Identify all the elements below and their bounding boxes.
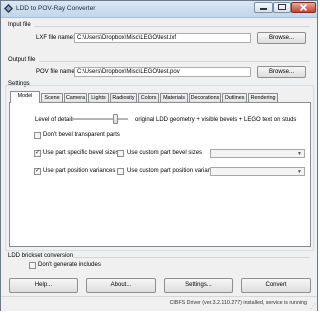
custom-position-checkbox[interactable] <box>117 168 124 175</box>
maximize-button[interactable] <box>273 2 291 13</box>
checkmark-icon: ✓ <box>35 167 41 174</box>
status-bar: CIBFS Driver (ver.3.2.110.277) installed… <box>1 296 317 311</box>
part-specific-bevel-label: Use part specific bevel sizes <box>43 150 119 156</box>
part-specific-bevel-checkbox[interactable]: ✓ <box>34 149 41 157</box>
resize-grip-icon[interactable]: ⋰ <box>310 303 316 310</box>
tab-camera[interactable]: Camera <box>64 93 87 102</box>
tab-lights[interactable]: Lights <box>88 93 109 102</box>
tab-materials[interactable]: Materials <box>160 93 188 102</box>
app-window: LDD to POV-Ray Converter Input file LXF … <box>0 0 318 311</box>
about-button[interactable]: About... <box>86 278 156 293</box>
minimize-button[interactable] <box>254 2 273 13</box>
custom-position-select[interactable]: ▼ <box>210 167 305 176</box>
window-title: LDD to POV-Ray Converter <box>16 5 96 12</box>
input-file-section-label: Input file <box>8 22 31 28</box>
lxf-file-label: LXF file name: <box>36 35 75 41</box>
dont-generate-includes-checkbox[interactable] <box>29 262 36 269</box>
dont-bevel-transparent-label: Don't bevel transparent parts <box>43 132 120 138</box>
output-file-divider <box>39 61 310 62</box>
level-of-detail-slider-thumb[interactable] <box>113 114 118 124</box>
part-position-label: Use part position variances <box>43 168 116 174</box>
custom-position-label: Use custom part position variances <box>127 168 221 174</box>
pov-file-input[interactable]: C:\Users\Dropbox\Misc\LEGO\test.pov <box>74 67 251 77</box>
part-position-checkbox[interactable]: ✓ <box>34 167 41 175</box>
tab-rendering[interactable]: Rendering <box>248 93 278 102</box>
lxf-file-input[interactable]: C:\Users\Dropbox\Misc\LEGO\test.lxf <box>74 33 251 43</box>
title-bar[interactable]: LDD to POV-Ray Converter <box>1 1 317 18</box>
tab-radiosity[interactable]: Radiosity <box>110 93 137 102</box>
close-icon <box>299 3 308 12</box>
level-of-detail-slider[interactable] <box>72 118 128 120</box>
input-file-divider <box>34 26 310 27</box>
maximize-icon <box>278 4 286 10</box>
pov-browse-button[interactable]: Browse... <box>257 66 306 78</box>
checkmark-icon: ✓ <box>35 149 41 156</box>
lxf-browse-button[interactable]: Browse... <box>257 32 306 44</box>
pov-file-label: POV file name: <box>36 69 77 75</box>
status-text: CIBFS Driver (ver.3.2.110.277) installed… <box>169 300 307 306</box>
level-of-detail-label: Level of detail: <box>35 117 74 123</box>
output-file-section-label: Output file <box>8 57 36 63</box>
app-icon <box>4 4 13 13</box>
model-tab-panel: Level of detail: original LDD geometry +… <box>9 102 311 247</box>
dont-generate-includes-label: Don't generate includes <box>38 262 101 268</box>
tab-decorations[interactable]: Decorations <box>189 93 221 102</box>
custom-bevel-select[interactable]: ▼ <box>210 149 305 158</box>
chevron-down-icon: ▼ <box>297 169 302 175</box>
dont-bevel-transparent-checkbox[interactable] <box>34 132 41 139</box>
tab-colors[interactable]: Colors <box>138 93 159 102</box>
tab-model[interactable]: Model <box>10 91 40 103</box>
settings-button[interactable]: Settings... <box>164 278 233 293</box>
brickset-section-label: LDD brickset conversion <box>8 253 74 259</box>
custom-bevel-label: Use custom part bevel sizes <box>127 150 203 156</box>
minimize-icon <box>260 8 267 10</box>
tab-outlines[interactable]: Outlines <box>222 93 247 102</box>
close-button[interactable] <box>291 2 316 13</box>
help-button[interactable]: Help... <box>9 278 78 293</box>
brickset-divider <box>74 257 310 258</box>
convert-button[interactable]: Convert <box>241 278 311 293</box>
custom-bevel-checkbox[interactable] <box>117 150 124 157</box>
tab-scene[interactable]: Scene <box>41 93 63 102</box>
level-of-detail-value: original LDD geometry + visible bevels +… <box>135 117 297 123</box>
chevron-down-icon: ▼ <box>297 151 302 157</box>
